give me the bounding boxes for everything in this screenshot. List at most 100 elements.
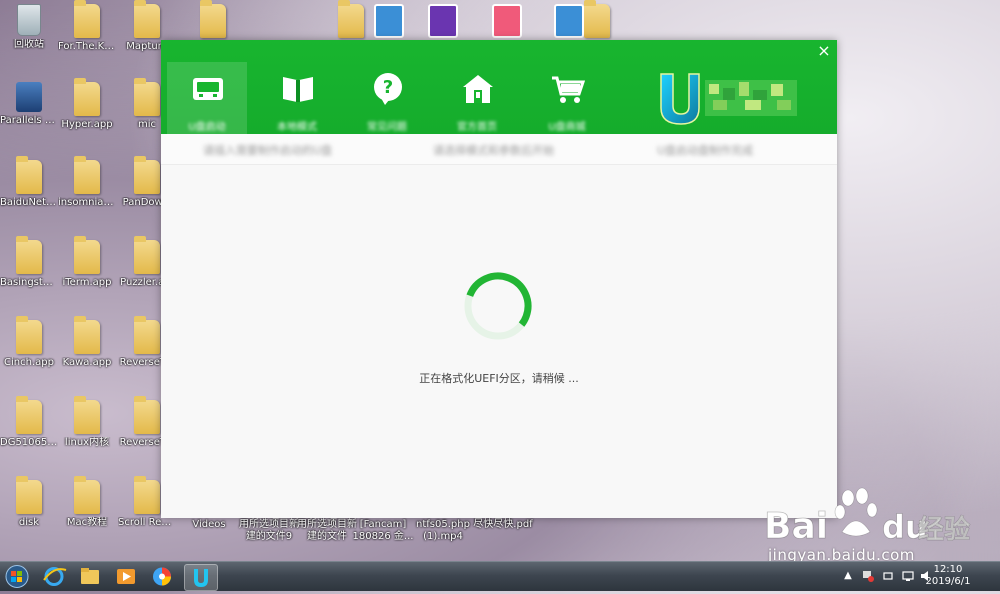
folder-icon xyxy=(74,0,100,38)
window-header: × U盘启动 本地模式 ? 常见问题 官方首页 U盘商城 xyxy=(161,40,837,134)
itunes-icon xyxy=(492,4,522,38)
desktop-icon[interactable] xyxy=(184,0,242,41)
app-window: × U盘启动 本地模式 ? 常见问题 官方首页 U盘商城 请插入需要制作启动的U… xyxy=(161,40,837,518)
desktop-icon[interactable]: iTerm.app xyxy=(58,236,116,289)
media-player-icon xyxy=(117,569,135,584)
file-label-line2: 建的文件 xyxy=(307,531,347,542)
close-icon[interactable]: × xyxy=(815,42,833,60)
file-label-line1: 用所选项目新 xyxy=(239,519,299,530)
folder-icon xyxy=(16,156,42,194)
desktop-shortcut[interactable] xyxy=(360,4,418,41)
folder-icon xyxy=(134,156,160,194)
nav-label: 本地模式 xyxy=(277,122,317,133)
media-file-icon xyxy=(374,4,404,38)
nav-label: U盘启动 xyxy=(188,122,226,133)
windows-orb-icon xyxy=(5,565,29,588)
desktop-file-label[interactable]: 尽快尽快.pdf xyxy=(472,519,534,531)
folder-icon xyxy=(134,236,160,274)
taskbar-explorer[interactable] xyxy=(74,564,106,589)
desktop-icon[interactable]: BaiduNetd... xyxy=(0,156,58,209)
desktop-icon[interactable]: linux内核 xyxy=(58,396,116,449)
nav-shop[interactable]: U盘商城 xyxy=(527,62,607,134)
status-text: 正在格式化UEFI分区，请稍候 ... xyxy=(419,372,579,385)
nav-label: 官方首页 xyxy=(457,122,497,133)
home-icon xyxy=(463,75,493,103)
tray-arrow-icon[interactable]: ▲ xyxy=(842,570,854,582)
taskbar: ▲ 12:10 2019/6/1 xyxy=(0,561,1000,591)
desktop-file-label[interactable]: 用所选项目新 建的文件 xyxy=(296,519,358,543)
desktop-icon-label: DG510653... xyxy=(0,437,58,448)
flag-alert-icon[interactable] xyxy=(862,570,874,582)
desktop-icon[interactable]: 回收站 xyxy=(0,4,58,51)
internet-explorer-icon xyxy=(43,567,67,586)
taskbar-media-player[interactable] xyxy=(110,564,142,589)
file-label-line1: 用所选项目新 xyxy=(297,519,357,530)
step-label: U盘启动盘制作完成 xyxy=(657,144,754,157)
folder-icon xyxy=(134,476,160,514)
taskbar-uboot-app[interactable] xyxy=(184,564,218,591)
desktop-shortcut[interactable] xyxy=(478,4,536,41)
usb-tray-icon[interactable] xyxy=(882,570,894,582)
folder-icon xyxy=(16,476,42,514)
taskbar-browser[interactable] xyxy=(146,564,178,589)
desktop-icon[interactable]: disk xyxy=(0,476,58,529)
desktop-icon-label: Basingstok... xyxy=(0,277,58,288)
desktop-icon[interactable]: Parallels Share... xyxy=(0,82,58,127)
clock-date: 2019/6/1 xyxy=(925,576,971,587)
folder-icon xyxy=(200,0,226,38)
desktop-file-label[interactable]: [Fancam] 180826 金... xyxy=(352,519,414,543)
desktop-icon-label: 回收站 xyxy=(14,39,44,50)
folder-icon xyxy=(74,396,100,434)
desktop-icon[interactable]: Hyper.app xyxy=(58,78,116,131)
folder-icon xyxy=(74,156,100,194)
nav-label: 常见问题 xyxy=(367,122,407,133)
u-logo-icon xyxy=(194,569,208,587)
folder-icon xyxy=(74,78,100,116)
file-label-line2: 180826 金... xyxy=(352,531,414,542)
desktop-icon[interactable]: Cinch.app xyxy=(0,316,58,369)
desktop-file-label[interactable]: 用所选项目新 建的文件9 xyxy=(238,519,300,543)
desktop-icon[interactable]: DG510653... xyxy=(0,396,58,449)
nav-home[interactable]: 官方首页 xyxy=(437,62,517,134)
network-icon[interactable] xyxy=(902,570,914,582)
file-label-line1: [Fancam] xyxy=(359,519,407,530)
taskbar-ie[interactable] xyxy=(38,564,70,589)
desktop-shortcut[interactable] xyxy=(540,4,598,41)
desktop-icon-label: Scroll Reverser.... xyxy=(118,517,176,528)
system-clock[interactable]: 12:10 2019/6/1 xyxy=(918,564,978,588)
desktop-icon-label: linux内核 xyxy=(64,437,110,448)
book-icon xyxy=(283,77,313,102)
nav-label: U盘商城 xyxy=(548,122,586,133)
step-label: 请选择模式和参数后开始 xyxy=(433,144,554,157)
nav-usb-boot[interactable]: U盘启动 xyxy=(167,62,247,134)
folder-icon xyxy=(16,236,42,274)
folder-icon xyxy=(134,0,160,38)
desktop-shortcut[interactable] xyxy=(414,4,472,41)
question-bubble-icon: ? xyxy=(374,73,402,105)
desktop-file-label[interactable]: ntfs05.php (1).mp4 xyxy=(412,519,474,543)
shopping-cart-icon xyxy=(552,76,585,103)
desktop-icon[interactable]: Kawa.app xyxy=(58,316,116,369)
desktop-icon[interactable]: Mac教程 xyxy=(58,476,116,529)
usb-drive-icon xyxy=(193,78,223,100)
folder-icon xyxy=(74,476,100,514)
folder-icon xyxy=(74,236,100,274)
start-button[interactable] xyxy=(2,564,32,589)
file-label-line2: 建的文件9 xyxy=(245,531,293,542)
folder-icon xyxy=(16,316,42,354)
desktop-file-label[interactable]: Videos xyxy=(178,519,240,531)
desktop-icon[interactable]: insomniaxf... xyxy=(58,156,116,209)
file-label-line1: Videos xyxy=(192,519,226,530)
desktop-icon[interactable]: Basingstok... xyxy=(0,236,58,289)
recycle-bin-icon xyxy=(17,4,41,36)
folder-icon xyxy=(134,316,160,354)
folder-icon xyxy=(134,396,160,434)
desktop-icon-label: insomniaxf... xyxy=(58,197,116,208)
watermark-text: 经验 xyxy=(918,514,970,545)
nav-faq[interactable]: ? 常见问题 xyxy=(347,62,427,134)
desktop-icon-label: iTerm.app xyxy=(62,277,112,288)
media-file-icon xyxy=(554,4,584,38)
nav-local-mode[interactable]: 本地模式 xyxy=(257,62,337,134)
step-label: 请插入需要制作启动的U盘 xyxy=(203,144,333,157)
desktop-icon[interactable]: For.The.Ki... xyxy=(58,0,116,53)
